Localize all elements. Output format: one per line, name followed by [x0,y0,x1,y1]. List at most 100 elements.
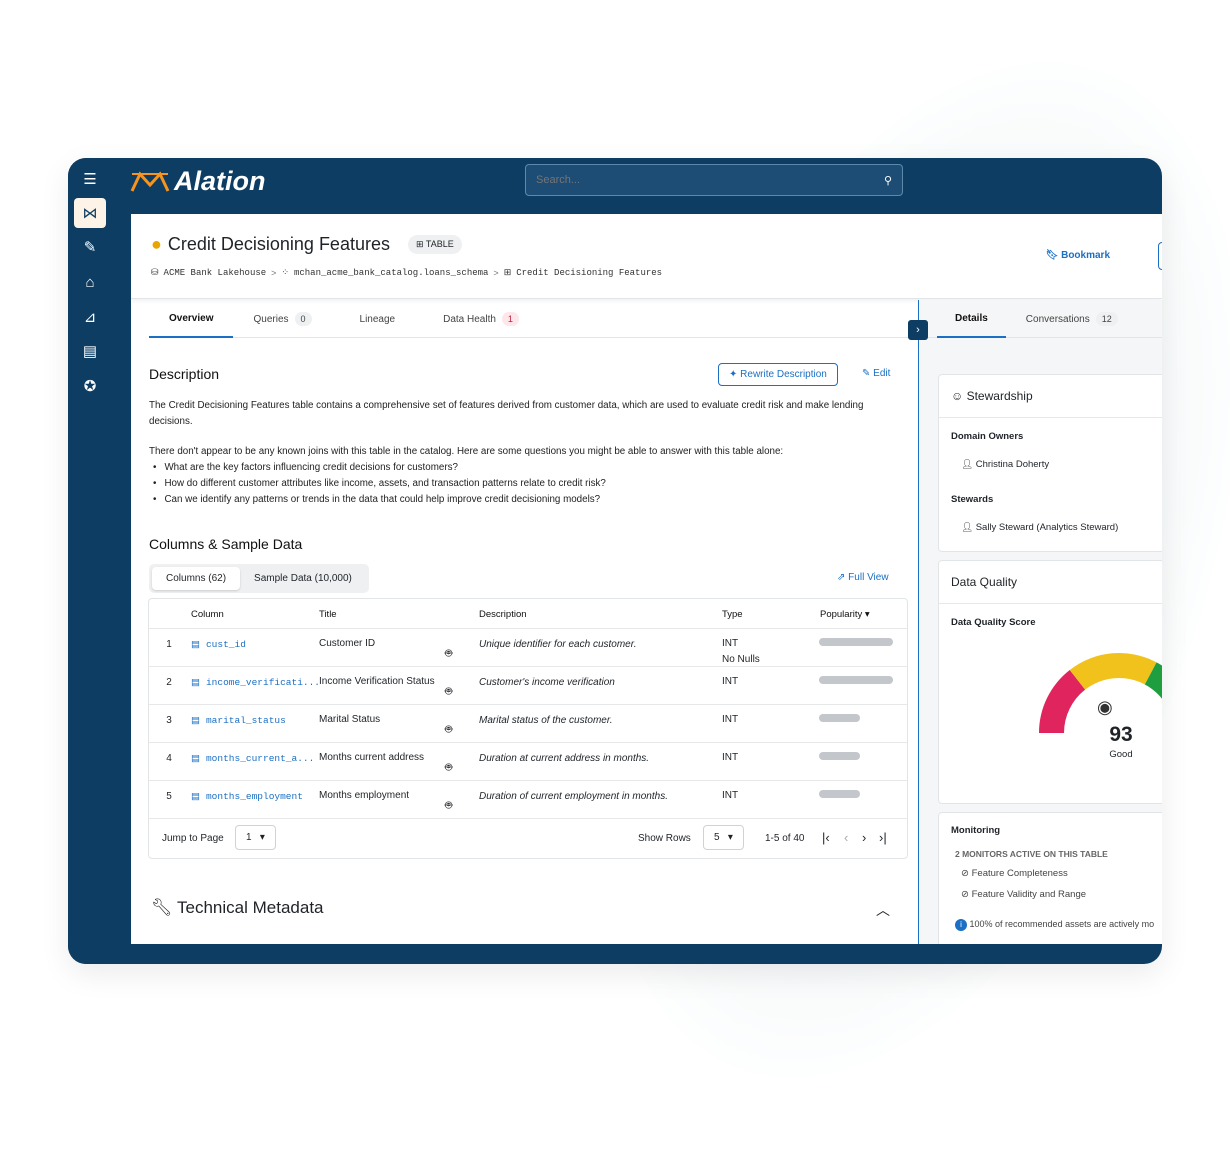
medal-icon: ● [151,234,162,254]
first-page-icon[interactable]: |‹ [822,830,830,845]
header-column[interactable]: Column [191,609,224,620]
ai-bot-icon[interactable]: 🤖︎ [445,759,452,776]
logo-mark-icon [130,170,170,192]
ai-bot-icon[interactable]: 🤖︎ [445,645,452,662]
check-badge-icon: ⊘ [961,868,972,879]
type-constraint: No Nulls [722,654,760,665]
edit-button[interactable]: ✎ Edit [862,368,890,379]
table-row[interactable]: 5 months_employment Months employment 🤖︎… [149,781,907,819]
brand-name: Alation [174,166,266,196]
column-name-link[interactable]: marital_status [191,715,286,726]
next-page-icon[interactable]: › [862,830,866,845]
breadcrumb-datasource[interactable]: ACME Bank Lakehouse [164,268,267,278]
table-row[interactable]: 4 months_current_a... Months current add… [149,743,907,781]
breadcrumb-schema[interactable]: mchan_acme_bank_catalog.loans_schema [294,268,488,278]
pencil-icon: ✎ [862,368,874,379]
header-type[interactable]: Type [722,609,743,620]
page-select[interactable]: 1 ▾ [235,825,276,850]
schema-icon: ⁘ [281,268,289,278]
bookmark-button[interactable]: 🔖︎ Bookmark [1046,250,1110,261]
column-name-link[interactable]: months_current_a... [191,753,314,764]
monitoring-card: Monitoring 2 MONITORS ACTIVE ON THIS TAB… [938,812,1162,944]
column-title: Months current address [319,752,425,763]
tab-details[interactable]: Details [937,300,1006,338]
database-icon: ⛁ [151,268,159,278]
seg-columns[interactable]: Columns (62) [152,567,241,590]
store-icon[interactable]: ▤ [74,336,106,366]
column-description: Unique identifier for each customer. [479,639,637,650]
ai-bot-icon[interactable]: 🤖︎ [445,721,452,738]
analytics-icon[interactable]: ⊿ [74,302,106,332]
governance-icon[interactable]: ✪ [74,371,106,401]
rewrite-description-button[interactable]: ✦ Rewrite Description [718,363,838,386]
search-bar[interactable]: ⚲ [525,164,903,196]
institution-icon[interactable]: ⌂ [74,267,106,297]
column-name-link[interactable]: months_employment [191,791,303,802]
tab-queries[interactable]: Queries 0 [233,300,331,338]
column-type: INT [722,712,738,728]
quality-rating: Good [1109,749,1133,760]
header-description[interactable]: Description [479,609,527,620]
full-view-link[interactable]: ⇗ Full View [837,572,889,583]
count-badge: 0 [294,312,312,326]
info-icon: i [955,919,967,931]
more-button[interactable] [1158,242,1162,270]
technical-metadata-heading: 🔧︎ Technical Metadata [151,898,324,918]
ai-bot-icon[interactable]: 🤖︎ [445,683,452,700]
last-page-icon[interactable]: ›| [879,830,887,845]
seg-sample-data[interactable]: Sample Data (10,000) [240,567,366,590]
popularity-bar [819,714,860,722]
table-row[interactable]: 2 income_verificati... Income Verificati… [149,667,907,705]
description-paragraph: There don't appear to be any known joins… [149,446,784,457]
show-rows-label: Show Rows [638,833,691,844]
collapse-chevron-icon[interactable]: ︿ [876,900,890,920]
column-description: Customer's income verification [479,677,615,688]
alation-logo[interactable]: Alation [130,166,266,197]
breadcrumb-separator: > [271,268,277,278]
monitor-item[interactable]: ⊘ Feature Validity and Range [961,889,1086,900]
rows-select[interactable]: 5 ▾ [703,825,744,850]
tab-data-health[interactable]: Data Health 1 [423,300,539,338]
description-text: The Credit Decisioning Features table co… [149,398,899,508]
content-panel: ● Credit Decisioning Features ⊞ TABLE ⛁ A… [131,214,1162,944]
column-name-link[interactable]: income_verificati... [191,677,320,688]
monitoring-note: i 100% of recommended assets are activel… [955,919,1154,931]
column-name-link[interactable]: cust_id [191,639,246,650]
steward-item[interactable]: 👤︎ Sally Steward (Analytics Steward) [961,522,1118,533]
tab-overview[interactable]: Overview [149,300,234,338]
jump-to-page-label: Jump to Page [162,833,224,844]
search-icon[interactable]: ⚲ [884,174,892,187]
technical-metadata-label: Technical Metadata [177,898,324,917]
column-title: Customer ID [319,638,376,649]
monitoring-note-text: 100% of recommended assets are actively … [969,919,1155,929]
row-number: 5 [166,791,172,802]
search-input[interactable] [536,174,836,186]
question-list: What are the key factors influencing cre… [149,460,899,508]
table-row[interactable]: 1 cust_id Customer ID 🤖︎ Unique identifi… [149,629,907,667]
table-row[interactable]: 3 marital_status Marital Status 🤖︎ Marit… [149,705,907,743]
owner-item[interactable]: 👤︎ Christina Doherty [961,459,1049,470]
stewardship-card: ☺ Stewardship Domain Owners 👤︎ Christina… [938,374,1162,552]
steward-name: Sally Steward (Analytics Steward) [975,522,1119,533]
header-title[interactable]: Title [319,609,337,620]
ai-bot-icon[interactable]: 🤖︎ [445,797,452,814]
tab-conversations[interactable]: Conversations 12 [1006,300,1138,338]
breadcrumb-table[interactable]: Credit Decisioning Features [516,268,662,278]
tab-lineage[interactable]: Lineage [332,300,424,338]
stewardship-label: Stewardship [966,389,1033,403]
column-description: Duration at current address in months. [479,753,650,764]
type-value: INT [722,714,739,725]
compose-icon[interactable]: ✎ [74,232,106,262]
monitor-item[interactable]: ⊘ Feature Completeness [961,868,1068,879]
tab-label: Queries [253,313,289,325]
prev-page-icon[interactable]: ‹ [844,830,848,845]
description-paragraph: The Credit Decisioning Features table co… [149,400,864,427]
menu-icon[interactable]: ☰ [74,164,106,194]
type-value: INT [722,790,739,801]
catalog-icon[interactable]: ⋈ [74,198,106,228]
panel-toggle-button[interactable]: › [908,320,928,340]
owner-name: Christina Doherty [975,459,1050,470]
tab-label: Overview [169,312,214,324]
user-icon: 👤︎ [961,522,976,533]
header-popularity[interactable]: Popularity ▾ [820,609,870,620]
